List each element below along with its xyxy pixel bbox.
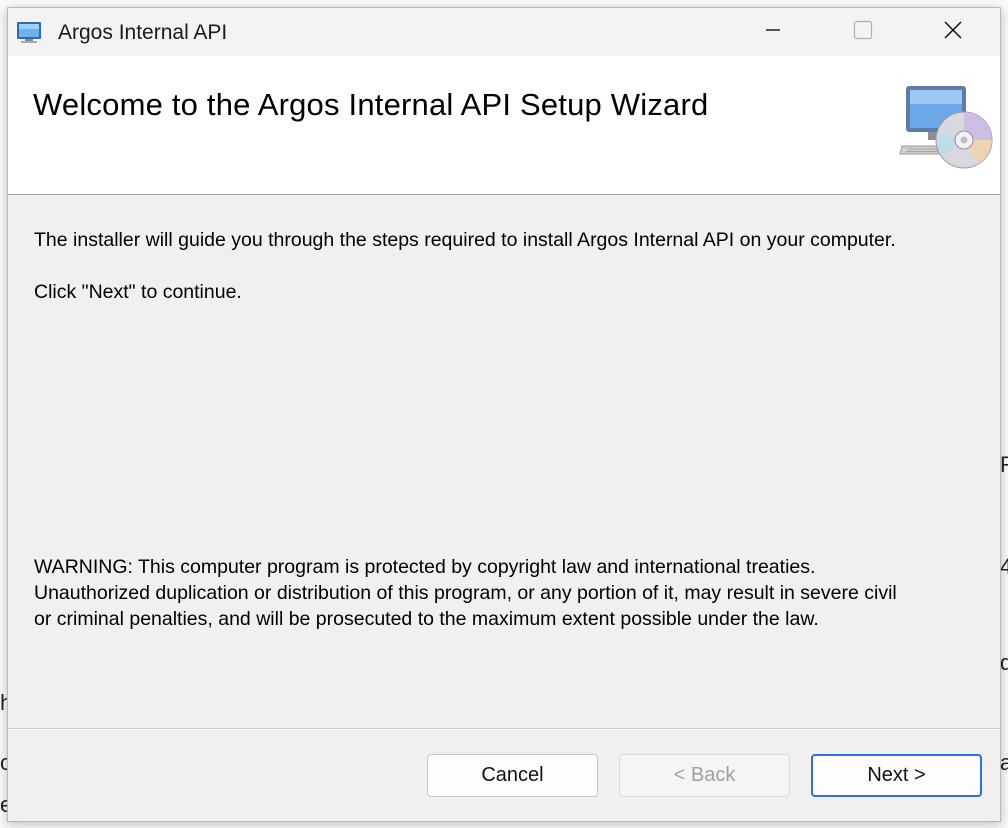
footer-divider xyxy=(8,728,1000,730)
background-text-fragment: R xyxy=(1000,452,1008,477)
window-title: Argos Internal API xyxy=(58,21,228,44)
continue-instruction: Click "Next" to continue. xyxy=(34,281,242,303)
title-bar[interactable]: Argos Internal API xyxy=(8,8,1000,56)
wizard-header: Welcome to the Argos Internal API Setup … xyxy=(8,56,1000,195)
maximize-button[interactable] xyxy=(818,8,908,56)
background-text-fragment: d xyxy=(1000,650,1008,675)
cancel-button[interactable]: Cancel xyxy=(427,754,598,797)
background-text-fragment: 4 xyxy=(1000,554,1008,579)
computer-disc-icon xyxy=(898,80,994,176)
warning-line: or criminal penalties, and will be prose… xyxy=(34,608,819,630)
close-button[interactable] xyxy=(908,8,998,56)
copyright-warning: WARNING: This computer program is protec… xyxy=(34,554,897,632)
back-button[interactable]: < Back xyxy=(619,754,790,797)
minimize-button[interactable] xyxy=(728,8,818,56)
next-button[interactable]: Next > xyxy=(811,754,982,797)
maximize-icon xyxy=(853,20,873,45)
background-text-fragment: a xyxy=(1000,750,1008,775)
minimize-icon xyxy=(764,21,782,44)
close-icon xyxy=(943,20,963,45)
intro-text: The installer will guide you through the… xyxy=(34,229,896,251)
warning-line: Unauthorized duplication or distribution… xyxy=(34,582,897,604)
warning-line: WARNING: This computer program is protec… xyxy=(34,556,816,578)
setup-wizard-window: Argos Internal API Welcome to the Argos … xyxy=(7,7,1001,822)
page-title: Welcome to the Argos Internal API Setup … xyxy=(33,87,709,122)
installer-app-icon xyxy=(16,20,44,44)
